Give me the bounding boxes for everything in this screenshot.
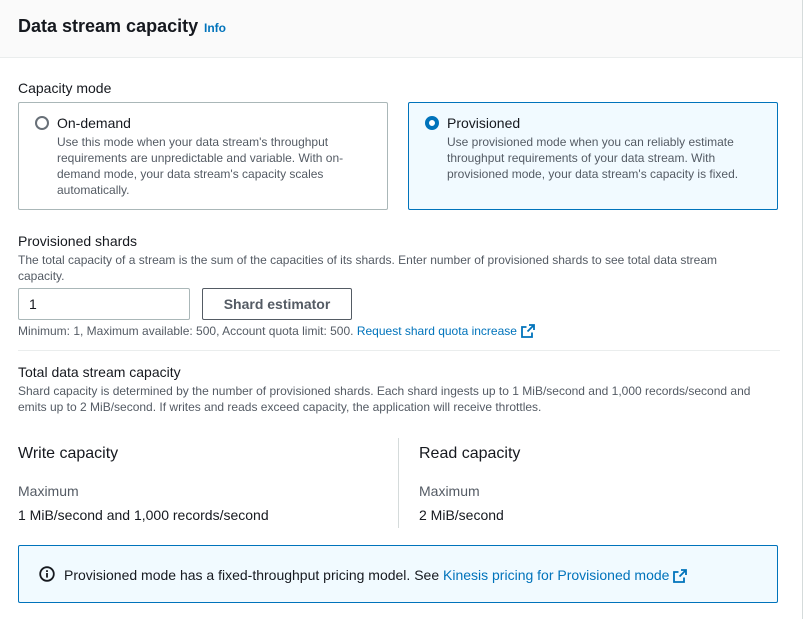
shard-constraint-text: Minimum: 1, Maximum available: 500, Acco…: [18, 324, 535, 338]
read-capacity-value: 2 MiB/second: [419, 507, 504, 523]
kinesis-pricing-link[interactable]: Kinesis pricing for Provisioned mode: [443, 567, 688, 583]
shard-limits-text: Minimum: 1, Maximum available: 500, Acco…: [18, 324, 354, 338]
total-capacity-label: Total data stream capacity: [18, 364, 181, 380]
on-demand-description: Use this mode when your data stream's th…: [57, 135, 344, 197]
provisioned-label: Provisioned: [447, 115, 521, 131]
provisioned-shards-description: The total capacity of a stream is the su…: [18, 253, 718, 283]
data-stream-capacity-panel: Data stream capacity Info Capacity mode …: [0, 0, 803, 619]
capacity-mode-label: Capacity mode: [18, 80, 112, 96]
alert-text: Provisioned mode has a fixed-throughput …: [64, 567, 688, 583]
info-circle-icon: [39, 566, 55, 582]
provisioned-description: Use provisioned mode when you can reliab…: [447, 135, 739, 181]
request-quota-increase-link[interactable]: Request shard quota increase: [357, 324, 535, 338]
capacity-mode-on-demand-tile[interactable]: On-demand Use this mode when your data s…: [18, 102, 388, 210]
alert-message: Provisioned mode has a fixed-throughput …: [64, 567, 440, 583]
provisioned-shards-input[interactable]: [18, 288, 190, 320]
panel-title: Data stream capacity: [18, 16, 199, 36]
pricing-info-alert: Provisioned mode has a fixed-throughput …: [18, 545, 778, 603]
on-demand-label: On-demand: [57, 115, 131, 131]
external-link-icon: [673, 569, 688, 583]
provisioned-radio[interactable]: [425, 116, 439, 130]
on-demand-radio[interactable]: [35, 116, 49, 130]
read-capacity-label: Read capacity: [419, 445, 521, 462]
capacity-mode-provisioned-tile[interactable]: Provisioned Use provisioned mode when yo…: [408, 102, 778, 210]
request-quota-increase-label: Request shard quota increase: [356, 324, 517, 338]
kinesis-pricing-label: Kinesis pricing for Provisioned mode: [443, 567, 670, 583]
write-capacity-sub-label: Maximum: [18, 483, 79, 499]
section-divider: [18, 350, 780, 351]
write-capacity-label: Write capacity: [18, 445, 119, 462]
write-capacity-value: 1 MiB/second and 1,000 records/second: [18, 507, 269, 523]
info-link[interactable]: Info: [204, 21, 226, 35]
total-capacity-description: Shard capacity is determined by the numb…: [18, 384, 751, 414]
provisioned-shards-label: Provisioned shards: [18, 233, 138, 249]
read-capacity-sub-label: Maximum: [419, 483, 480, 499]
panel-header: Data stream capacity Info: [0, 0, 802, 58]
external-link-icon: [521, 324, 535, 338]
column-separator: [398, 438, 399, 528]
shard-estimator-button[interactable]: Shard estimator: [202, 288, 352, 320]
